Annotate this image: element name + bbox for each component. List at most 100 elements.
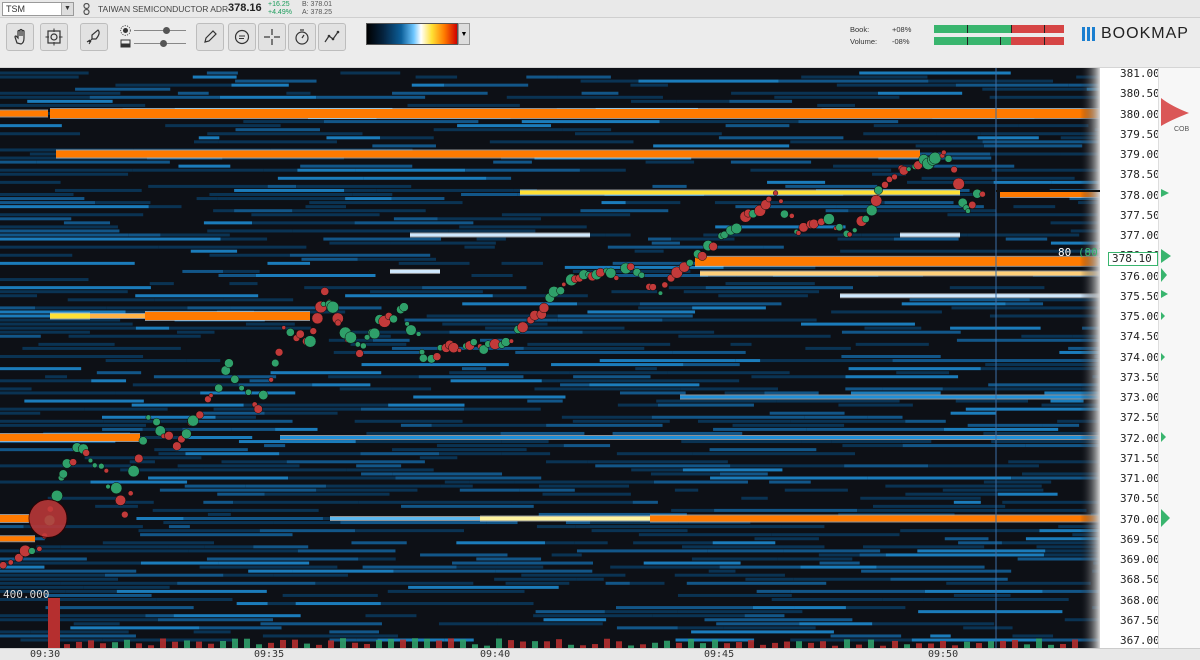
liquidity-cell <box>648 237 672 241</box>
liquidity-cell <box>461 193 518 196</box>
liquidity-cell <box>263 168 298 172</box>
liquidity-cell <box>589 383 700 387</box>
liquidity-cell <box>267 184 297 188</box>
sell-trade-bubble <box>517 321 529 333</box>
sell-trade-bubble <box>950 166 958 174</box>
draw-button[interactable] <box>196 23 224 51</box>
liquidity-cell <box>635 367 657 371</box>
buy-trade-bubble <box>230 374 240 384</box>
liquidity-level <box>680 395 1100 399</box>
liquidity-cell <box>909 298 1030 302</box>
indicators-button[interactable] <box>318 23 346 51</box>
chevron-down-icon[interactable]: ▼ <box>61 3 73 15</box>
last-price: 378.16 <box>228 2 262 14</box>
center-view-button[interactable] <box>40 23 68 51</box>
liquidity-cell <box>616 606 753 610</box>
liquidity-cell <box>203 468 347 472</box>
liquidity-cell <box>527 399 563 403</box>
liquidity-cell <box>105 359 187 363</box>
brightness-slider[interactable] <box>118 25 188 37</box>
liquidity-cell <box>705 286 853 290</box>
volume-bar <box>556 639 562 648</box>
time-label: 09:45 <box>704 649 735 660</box>
liquidity-cell <box>607 245 764 249</box>
link-icon[interactable] <box>82 3 92 15</box>
bbo-size-label: 80 (80) <box>1058 246 1104 259</box>
symbol-select[interactable]: TSM ▼ <box>2 2 74 16</box>
price-label: 379.00 <box>1120 148 1160 161</box>
liquidity-cell <box>243 403 389 407</box>
liquidity-cell <box>723 626 816 630</box>
liquidity-cell <box>358 557 396 561</box>
price-label: 372.50 <box>1120 411 1160 425</box>
toolbar: ▼ Book: +08% Volume: -08% BOOKMAP <box>0 18 1200 68</box>
liquidity-cell <box>965 407 1100 411</box>
liquidity-cell <box>380 602 534 606</box>
liquidity-cell <box>819 561 860 565</box>
timer-button[interactable] <box>288 23 316 51</box>
liquidity-cell <box>199 565 338 569</box>
sell-trade-bubble <box>172 441 182 451</box>
sell-trade-bubble <box>765 196 772 203</box>
liquidity-level <box>390 269 440 273</box>
sell-trade-bubble <box>195 410 204 420</box>
liquidity-cell <box>830 634 902 638</box>
liquidity-cell <box>390 241 496 245</box>
liquidity-cell <box>203 221 253 225</box>
liquidity-heatmap[interactable] <box>0 68 1100 648</box>
brightness-knob[interactable] <box>162 27 170 34</box>
sell-trade-bubble <box>613 275 620 281</box>
liquidity-cell <box>582 330 715 334</box>
liquidity-cell <box>0 103 146 107</box>
liquidity-level <box>700 271 1100 276</box>
liquidity-cell <box>354 221 474 225</box>
liquidity-cell <box>1016 508 1087 512</box>
liquidity-cell <box>297 549 396 553</box>
sell-trade-bubble <box>808 218 819 229</box>
liquidity-cell <box>220 237 268 241</box>
contrast-knob[interactable] <box>160 40 167 47</box>
liquidity-cell <box>656 399 777 403</box>
crosshair-button[interactable] <box>258 23 286 51</box>
liquidity-cell <box>836 83 956 87</box>
liquidity-cell <box>316 95 426 99</box>
liquidity-cell <box>392 448 527 452</box>
liquidity-cell <box>630 99 677 103</box>
sell-trade-bubble <box>881 181 889 189</box>
buy-trade-bubble <box>835 223 844 232</box>
buy-trade-bubble <box>105 484 111 490</box>
liquidity-cell <box>944 537 989 541</box>
bookmap-window: TSM ▼ TAIWAN SEMICONDUCTOR ADR 378.16 +1… <box>0 0 1200 660</box>
liquidity-cell <box>867 415 903 419</box>
liquidity-cell <box>686 581 827 585</box>
liquidity-cell <box>697 419 791 423</box>
liquidity-cell <box>0 581 61 585</box>
liquidity-cell <box>542 492 631 496</box>
liquidity-cell <box>178 164 231 168</box>
instrument-name: TAIWAN SEMICONDUCTOR ADR <box>98 4 229 14</box>
contrast-slider[interactable] <box>118 38 188 50</box>
sell-trade-bubble <box>208 392 214 398</box>
liquidity-cell <box>599 359 736 363</box>
liquidity-cell <box>419 456 458 460</box>
liquidity-cell <box>91 379 127 383</box>
liquidity-cell <box>277 176 364 180</box>
liquidity-cell <box>0 213 144 217</box>
liquidity-cell <box>196 197 218 201</box>
heatmap-color-scale[interactable] <box>366 23 458 45</box>
liquidity-cell <box>148 476 289 480</box>
liquidity-cell <box>864 326 922 330</box>
hand-tool-button[interactable] <box>6 23 34 51</box>
liquidity-cell <box>953 500 981 504</box>
chat-icon <box>234 29 250 45</box>
buy-trade-bubble <box>823 213 835 225</box>
liquidity-cell <box>580 79 639 83</box>
liquidity-cell <box>301 257 358 261</box>
cob-panel[interactable] <box>1158 68 1200 648</box>
liquidity-cell <box>0 290 128 294</box>
notes-button[interactable] <box>228 23 256 51</box>
liquidity-cell <box>885 553 1044 557</box>
chevron-down-icon[interactable]: ▼ <box>458 23 470 45</box>
launch-button[interactable] <box>80 23 108 51</box>
liquidity-cell <box>572 419 670 423</box>
